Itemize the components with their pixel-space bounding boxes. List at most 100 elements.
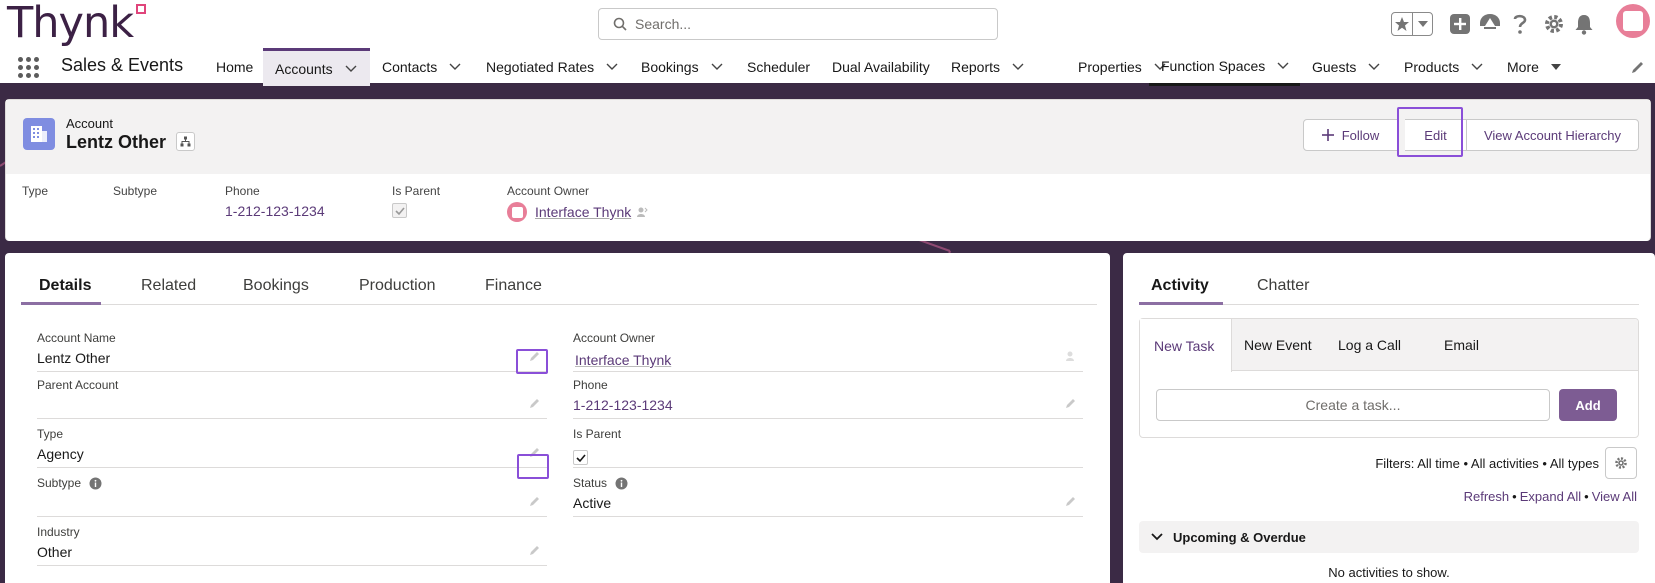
chevron-down-icon[interactable] (1471, 63, 1483, 71)
global-search-input[interactable]: Search... (598, 8, 998, 40)
chevron-down-icon[interactable] (449, 63, 461, 71)
tab-activity[interactable]: Activity (1151, 277, 1209, 295)
change-owner-icon[interactable] (636, 206, 648, 218)
help-icon[interactable] (1512, 13, 1528, 40)
record-tabs: Details Related Bookings Production Fina… (21, 253, 1097, 305)
chevron-down-icon[interactable] (606, 63, 618, 71)
field-value: Agency (37, 446, 84, 462)
nav-item-more[interactable]: More (1495, 48, 1561, 86)
field-account-owner: Account Owner Interface Thynk (573, 326, 1083, 372)
follow-button[interactable]: Follow (1303, 119, 1398, 151)
phone-link[interactable]: 1-212-123-1234 (573, 397, 673, 413)
hierarchy-button[interactable] (176, 132, 195, 151)
record-object-label: Account (66, 116, 113, 131)
nav-item-accounts[interactable]: Accounts (263, 48, 370, 86)
edit-nav-pencil-icon[interactable] (1631, 60, 1645, 74)
field-value: Lentz Other (37, 350, 111, 366)
nav-item-contacts[interactable]: Contacts (370, 48, 461, 86)
nav-item-bookings[interactable]: Bookings (629, 48, 723, 86)
activity-settings-button[interactable] (1605, 447, 1637, 479)
highlight-phone: Phone 1-212-123-1234 (225, 184, 325, 219)
field-label-text: Subtype (37, 476, 82, 490)
owner-link[interactable]: Interface Thynk (575, 352, 671, 368)
check-icon (394, 206, 405, 215)
field-phone: Phone 1-212-123-1234 (573, 373, 1083, 419)
user-avatar[interactable] (1616, 4, 1650, 38)
tab-finance[interactable]: Finance (485, 277, 542, 295)
caret-down-icon[interactable] (1550, 64, 1561, 70)
field-industry: Industry Other (37, 520, 547, 566)
activity-tabs: Activity Chatter (1139, 253, 1639, 305)
chevron-down-icon[interactable] (1012, 63, 1024, 71)
field-type: Type Agency (37, 422, 547, 468)
tab-new-event[interactable]: New Event (1244, 319, 1312, 371)
edit-pencil-icon[interactable] (1065, 397, 1077, 409)
gear-icon[interactable] (1543, 13, 1565, 40)
search-placeholder: Search... (635, 16, 692, 32)
nav-item-label: Products (1404, 59, 1460, 75)
field-subtype: Subtype (37, 471, 547, 517)
nav-item-products[interactable]: Products (1392, 48, 1483, 86)
field-label: Account Name (37, 331, 116, 345)
edit-pencil-icon[interactable] (529, 397, 541, 409)
expand-all-link[interactable]: Expand All (1520, 489, 1581, 504)
tab-chatter[interactable]: Chatter (1257, 277, 1309, 295)
is-parent-checkbox (573, 450, 588, 465)
info-icon[interactable] (615, 477, 628, 490)
chevron-down-icon[interactable] (1368, 63, 1380, 71)
edit-pencil-icon[interactable] (529, 495, 541, 507)
edit-pencil-icon[interactable] (1065, 495, 1077, 507)
phone-link[interactable]: 1-212-123-1234 (225, 203, 325, 219)
nav-item-scheduler[interactable]: Scheduler (735, 48, 810, 86)
logo-text: Thynk (7, 0, 134, 48)
refresh-link[interactable]: Refresh (1464, 489, 1510, 504)
trailhead-icon[interactable] (1478, 13, 1502, 40)
active-tab-indicator (21, 302, 101, 305)
tab-related[interactable]: Related (141, 277, 196, 295)
field-label: Type (22, 184, 49, 198)
is-parent-checkbox (392, 203, 407, 218)
record-title: Lentz Other (66, 132, 167, 152)
nav-item-label: Reports (951, 59, 1001, 75)
info-icon[interactable] (89, 477, 102, 490)
nav-item-home[interactable]: Home (204, 48, 253, 86)
task-placeholder: Create a task... (1305, 397, 1401, 413)
nav-item-label: Contacts (382, 59, 438, 75)
add-task-button[interactable]: Add (1559, 389, 1617, 421)
tab-details[interactable]: Details (39, 277, 91, 295)
search-icon (613, 17, 627, 31)
chevron-down-icon[interactable] (711, 63, 723, 71)
chevron-down-icon[interactable] (1413, 21, 1432, 27)
tab-bookings[interactable]: Bookings (243, 277, 309, 295)
account-building-icon (23, 118, 55, 150)
field-label: Industry (37, 525, 80, 539)
nav-item-reports[interactable]: Reports (939, 48, 1024, 86)
view-all-link[interactable]: View All (1592, 489, 1637, 504)
owner-link[interactable]: Interface Thynk (535, 204, 631, 220)
favorites-button[interactable] (1391, 12, 1433, 36)
notifications-bell-icon[interactable] (1574, 13, 1594, 40)
nav-item-negotiated-rates[interactable]: Negotiated Rates (474, 48, 618, 86)
nav-item-label: Accounts (275, 60, 333, 77)
tab-email[interactable]: Email (1444, 319, 1479, 371)
view-hierarchy-label: View Account Hierarchy (1483, 127, 1622, 143)
nav-item-guests[interactable]: Guests (1300, 48, 1380, 86)
upcoming-overdue-section[interactable]: Upcoming & Overdue (1139, 521, 1639, 553)
view-account-hierarchy-button[interactable]: View Account Hierarchy (1466, 119, 1639, 151)
tab-new-task[interactable]: New Task (1140, 319, 1232, 372)
create-task-input[interactable]: Create a task... (1156, 389, 1550, 421)
tab-log-a-call[interactable]: Log a Call (1338, 319, 1401, 371)
change-owner-icon[interactable] (1065, 350, 1077, 362)
nav-item-dual-availability[interactable]: Dual Availability (820, 48, 930, 86)
tab-production[interactable]: Production (359, 277, 436, 295)
edit-pencil-icon[interactable] (529, 544, 541, 556)
app-launcher-icon[interactable] (18, 57, 40, 79)
nav-item-function-spaces[interactable]: Function Spaces (1149, 48, 1300, 86)
thynk-logo[interactable]: Thynk (7, 0, 134, 48)
highlight-account-owner: Account Owner Interface Thynk (507, 184, 648, 222)
add-label: Add (1575, 397, 1601, 413)
chevron-down-icon[interactable] (345, 65, 357, 73)
global-actions-icon[interactable] (1449, 13, 1471, 40)
field-value: Active (573, 495, 612, 511)
chevron-down-icon[interactable] (1277, 62, 1289, 70)
